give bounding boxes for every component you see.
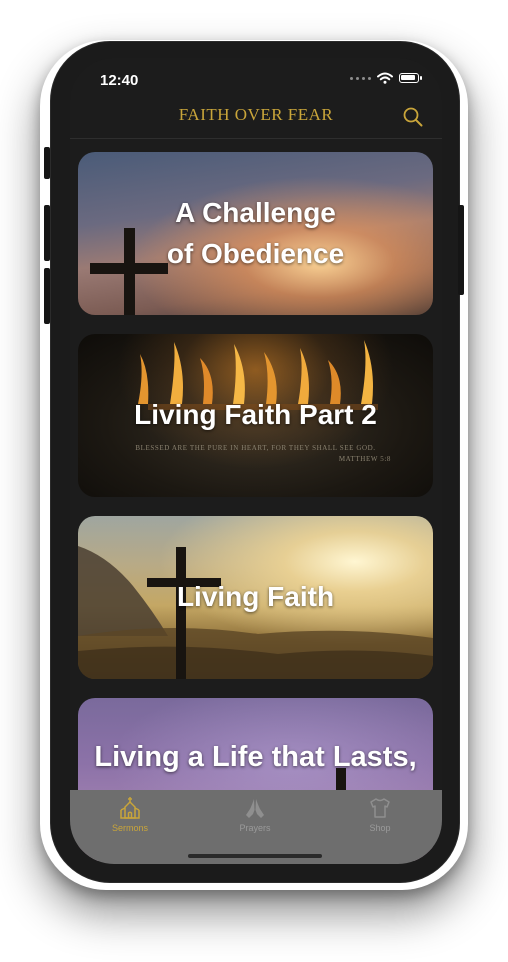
search-icon[interactable]: [402, 106, 424, 128]
status-icons: [350, 72, 422, 84]
wifi-icon: [377, 72, 393, 84]
sermon-title: Living Faith Part 2: [134, 399, 377, 430]
battery-icon: [399, 73, 419, 83]
image-reference: MATTHEW 5:8: [338, 455, 391, 463]
sermon-title: Living Faith: [176, 581, 335, 612]
tshirt-icon: [370, 798, 390, 818]
praying-hands-icon: [246, 799, 264, 818]
tab-bar: Sermons Prayers Shop: [70, 790, 442, 864]
tab-prayers[interactable]: Prayers: [205, 790, 305, 864]
sermon-title: A Challenge: [175, 197, 336, 228]
tab-label: Prayers: [239, 823, 271, 833]
signal-icon: [350, 76, 371, 80]
sermon-title: Living a Life that Lasts,: [94, 741, 417, 773]
tab-sermons[interactable]: Sermons: [80, 790, 180, 864]
power-button: [458, 205, 464, 295]
home-indicator[interactable]: [188, 854, 322, 858]
tab-label: Shop: [369, 823, 391, 833]
volume-down-button: [44, 268, 50, 324]
tab-label: Sermons: [111, 823, 148, 833]
status-time: 12:40: [100, 72, 139, 89]
app-screen: 12:40 FAITH OVER FEAR A Challenge of Obe…: [70, 58, 442, 864]
image-caption: BLESSED ARE THE PURE IN HEART, FOR THEY …: [135, 444, 376, 452]
church-icon: [120, 797, 140, 819]
volume-up-button: [44, 205, 50, 261]
mute-switch: [44, 147, 50, 179]
sermon-card[interactable]: A Challenge of Obedience: [78, 152, 433, 315]
tab-shop[interactable]: Shop: [330, 790, 430, 864]
app-title: FAITH OVER FEAR: [178, 105, 334, 124]
sermon-card[interactable]: Living Faith: [78, 516, 433, 679]
sermon-list[interactable]: A Challenge of Obedience Living Faith Pa…: [70, 138, 442, 864]
sermon-card[interactable]: Living Faith Part 2 BLESSED ARE THE PURE…: [78, 334, 433, 497]
